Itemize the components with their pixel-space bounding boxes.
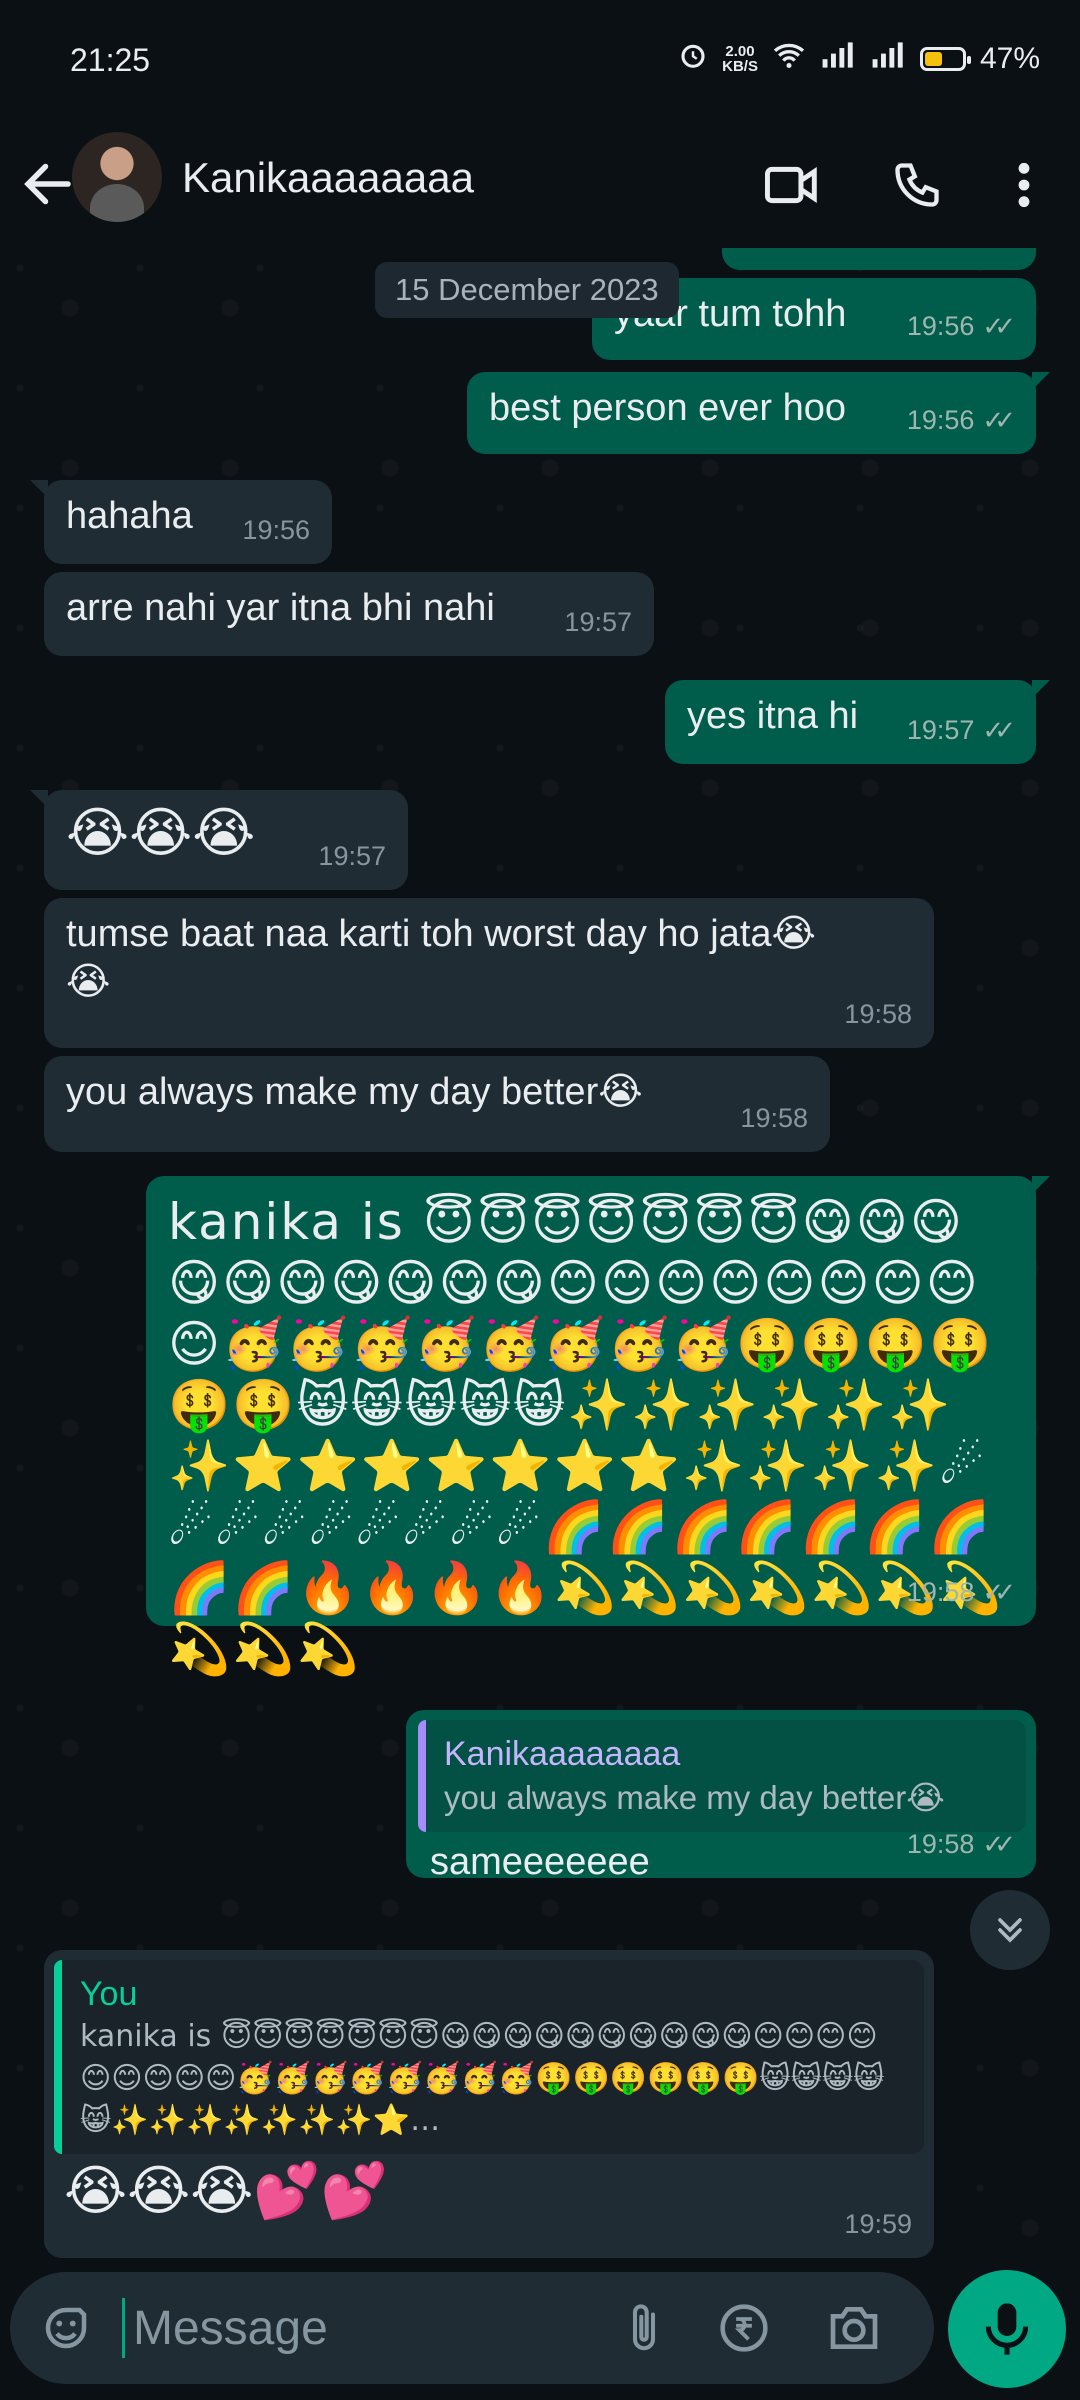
reply-bubble-outgoing[interactable]: Kanikaaaaaaaa you always make my day bet… xyxy=(406,1710,1036,1883)
signal-icon-2 xyxy=(870,41,906,77)
phone-icon[interactable] xyxy=(882,150,952,220)
signal-icon xyxy=(820,41,856,77)
more-options-icon[interactable] xyxy=(989,150,1059,220)
message-time: 19:57 xyxy=(564,607,632,637)
rupee-icon[interactable] xyxy=(714,2298,774,2358)
message-meta: 19:58 xyxy=(844,990,912,1038)
message-time: 19:56 xyxy=(906,405,975,435)
mic-icon[interactable] xyxy=(948,2270,1066,2388)
message-bubble-incoming[interactable]: hahaha 19:56 xyxy=(30,480,332,564)
message-time: 19:58 xyxy=(906,1577,975,1607)
message-text: 😭😭😭 xyxy=(66,801,256,864)
message-meta: 19:56 ✓✓ xyxy=(906,302,1016,350)
message-meta: 19:59 xyxy=(844,2200,912,2248)
wifi-icon xyxy=(772,41,806,77)
message-text: 😭😭😭💕💕 xyxy=(64,2159,388,2222)
chat-header: Kanikaaaaaaaa xyxy=(0,120,1080,249)
message-meta: 19:58 ✓✓ xyxy=(906,1820,1016,1868)
double-check-icon: ✓✓ xyxy=(982,311,1015,341)
message-time: 19:56 xyxy=(906,311,975,341)
message-input[interactable] xyxy=(122,2298,582,2358)
contact-name[interactable]: Kanikaaaaaaaa xyxy=(182,154,474,202)
message-meta: 19:56 xyxy=(242,506,310,554)
reply-bubble-incoming[interactable]: You kanika is 😇😇😇😇😇😇😇😋😋😋😋😋😋😋😋😋😋😊😊😊😊😊😊😊😊😊… xyxy=(44,1950,934,2258)
battery-icon xyxy=(919,47,971,71)
network-speed: 2.00 KB/S xyxy=(722,44,758,74)
message-meta: 19:58 ✓✓ xyxy=(906,1568,1016,1616)
emoji-icon[interactable] xyxy=(36,2298,96,2358)
message-bubble-outgoing[interactable]: kanika is 😇😇😇😇😇😇😇😋😋😋😋😋😋😋😋😋😋😊😊😊😊😊😊😊😊😊🥳🥳🥳🥳… xyxy=(146,1176,1050,1678)
message-text-line2: 😭 xyxy=(66,961,111,1003)
message-time: 19:57 xyxy=(318,841,386,871)
message-text: kanika is 😇😇😇😇😇😇😇😋😋😋😋😋😋😋😋😋😋😊😊😊😊😊😊😊😊😊🥳🥳🥳🥳… xyxy=(168,1192,1014,1680)
message-meta: 19:58 xyxy=(740,1094,808,1142)
message-meta: 19:57 xyxy=(318,832,386,880)
message-bubble-outgoing[interactable]: yes itna hi 19:57 ✓✓ xyxy=(665,680,1050,764)
message-bubble-outgoing-partial[interactable] xyxy=(722,248,1036,270)
quoted-text: you always make my day better😭 xyxy=(444,1779,945,1816)
message-meta: 19:57 ✓✓ xyxy=(906,706,1016,754)
double-check-icon: ✓✓ xyxy=(982,1829,1015,1859)
double-check-icon: ✓✓ xyxy=(982,1577,1015,1607)
message-bubble-incoming[interactable]: tumse baat naa karti toh worst day ho ja… xyxy=(44,898,934,1048)
message-time: 19:58 xyxy=(906,1829,975,1859)
camera-icon[interactable] xyxy=(824,2298,884,2358)
double-check-icon: ✓✓ xyxy=(982,405,1015,435)
message-text-rest: 😋😋😋😋😋😋😊😊😊😊😊😊😊😊😊🥳🥳🥳🥳🥳🥳🥳🥳🤑🤑🤑🤑🤑🤑😸😸😸😸😸✨✨✨✨✨✨… xyxy=(168,1254,1004,1678)
status-bar: 21:25 2.00 KB/S 47% xyxy=(0,0,1080,120)
message-list[interactable]: yaar tum tohh 19:56 ✓✓ 15 December 2023 b… xyxy=(0,248,1080,2268)
quoted-message[interactable]: You kanika is 😇😇😇😇😇😇😇😋😋😋😋😋😋😋😋😋😋😊😊😊😊😊😊😊😊😊… xyxy=(54,1960,924,2154)
scroll-down-icon[interactable] xyxy=(970,1890,1050,1970)
quoted-message[interactable]: Kanikaaaaaaaa you always make my day bet… xyxy=(418,1720,1026,1832)
battery-percent: 47% xyxy=(979,42,1040,75)
message-text: arre nahi yar itna bhi nahi xyxy=(66,587,495,629)
message-meta: 19:57 xyxy=(564,598,632,646)
message-bubble-incoming[interactable]: 😭😭😭 19:57 xyxy=(30,790,408,890)
avatar[interactable] xyxy=(72,132,162,222)
message-text: yes itna hi xyxy=(687,695,859,737)
status-time: 21:25 xyxy=(70,42,151,78)
video-call-icon[interactable] xyxy=(757,150,827,220)
battery-fill xyxy=(924,52,942,66)
quoted-sender: You xyxy=(80,1975,138,2013)
back-arrow-icon[interactable] xyxy=(18,154,78,214)
speed-unit: KB/S xyxy=(722,58,758,75)
message-time: 19:59 xyxy=(844,2209,912,2239)
composer xyxy=(10,2272,934,2384)
quoted-sender: Kanikaaaaaaaa xyxy=(444,1735,681,1773)
message-text: you always make my day better😭 xyxy=(66,1071,643,1113)
attach-icon[interactable] xyxy=(614,2298,674,2358)
message-text: hahaha xyxy=(66,495,193,537)
message-time: 19:58 xyxy=(844,999,912,1029)
message-time: 19:58 xyxy=(740,1103,808,1133)
message-bubble-incoming[interactable]: you always make my day better😭 19:58 xyxy=(44,1056,830,1152)
message-meta: 19:56 ✓✓ xyxy=(906,396,1016,444)
quoted-text: kanika is 😇😇😇😇😇😇😇😋😋😋😋😋😋😋😋😋😋😊😊😊😊😊😊😊😊😊🥳🥳🥳🥳… xyxy=(80,2019,885,2138)
message-text: tumse baat naa karti toh worst day ho ja… xyxy=(66,913,816,955)
date-separator: 15 December 2023 xyxy=(375,262,679,318)
status-icons: 2.00 KB/S 47% xyxy=(678,40,1040,78)
message-time: 19:57 xyxy=(906,715,975,745)
alarm-icon xyxy=(678,40,708,78)
message-text: best person ever hoo xyxy=(489,387,847,429)
message-time: 19:56 xyxy=(242,515,310,545)
message-bubble-incoming[interactable]: arre nahi yar itna bhi nahi 19:57 xyxy=(44,572,654,656)
double-check-icon: ✓✓ xyxy=(982,715,1015,745)
message-bubble-outgoing[interactable]: best person ever hoo 19:56 ✓✓ xyxy=(467,372,1050,454)
